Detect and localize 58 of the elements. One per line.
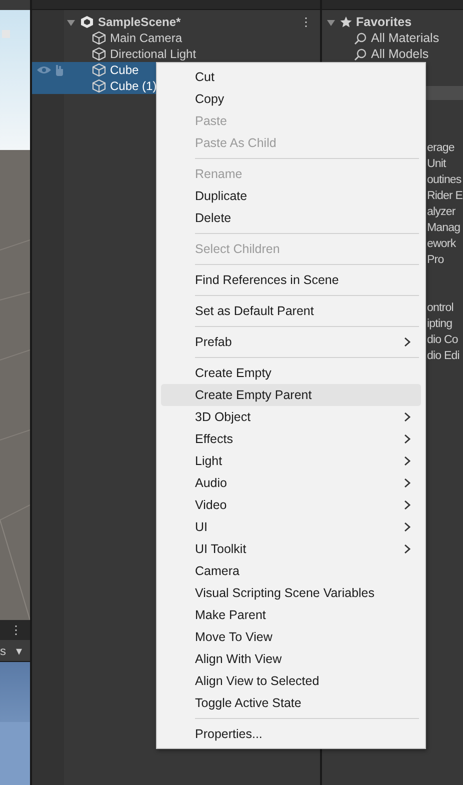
menu-item[interactable]: Properties... <box>161 723 421 745</box>
folder-label[interactable]: Rider E <box>427 188 463 204</box>
expand-arrow-icon[interactable] <box>326 17 336 27</box>
cube-icon <box>92 79 106 93</box>
menu-item[interactable]: UI <box>161 516 421 538</box>
favorite-item[interactable]: All Materials <box>322 30 463 46</box>
scene-icon <box>80 15 94 29</box>
menu-item[interactable]: Visual Scripting Scene Variables <box>161 582 421 604</box>
scene-name[interactable]: SampleScene* <box>98 13 181 31</box>
menu-item[interactable]: Copy <box>161 88 421 110</box>
eye-icon[interactable] <box>36 65 52 75</box>
cube-icon <box>92 31 106 45</box>
menu-item[interactable]: Align With View <box>161 648 421 670</box>
menu-item[interactable]: Make Parent <box>161 604 421 626</box>
folder-row-highlight[interactable] <box>426 86 463 100</box>
menu-item[interactable]: Prefab <box>161 331 421 353</box>
folder-label[interactable]: Manag <box>427 220 463 236</box>
menu-item[interactable]: Video <box>161 494 421 516</box>
expand-arrow-icon[interactable] <box>66 17 76 27</box>
menu-item[interactable]: Delete <box>161 207 421 229</box>
folder-label[interactable]: Pro <box>427 252 463 268</box>
hierarchy-item[interactable]: Directional Light <box>32 46 320 62</box>
menu-item[interactable]: 3D Object <box>161 406 421 428</box>
folder-label[interactable]: erage <box>427 140 463 156</box>
menu-item[interactable]: Find References in Scene <box>161 269 421 291</box>
toolbar-label: s <box>0 643 6 660</box>
folder-label[interactable]: ework <box>427 236 463 252</box>
favorites-label[interactable]: Favorites <box>356 14 412 30</box>
menu-item[interactable]: Create Empty Parent <box>161 384 421 406</box>
folder-label[interactable]: ipting <box>427 316 463 332</box>
folder-label[interactable]: alyzer <box>427 204 463 220</box>
menu-item[interactable]: Move To View <box>161 626 421 648</box>
menu-item[interactable]: Effects <box>161 428 421 450</box>
folder-label[interactable]: Unit <box>427 156 463 172</box>
menu-item[interactable]: Align View to Selected <box>161 670 421 692</box>
menu-item[interactable]: Duplicate <box>161 185 421 207</box>
hand-icon[interactable] <box>54 64 64 76</box>
menu-item[interactable]: Audio <box>161 472 421 494</box>
menu-item[interactable]: Create Empty <box>161 362 421 384</box>
menu-item[interactable]: Cut <box>161 66 421 88</box>
hierarchy-item[interactable]: Main Camera <box>32 30 320 46</box>
folder-label[interactable]: dio Co <box>427 332 463 348</box>
search-icon <box>354 48 367 60</box>
folder-label[interactable]: ontrol <box>427 300 463 316</box>
star-icon <box>340 16 352 28</box>
dropdown-arrow[interactable]: ▾ <box>16 640 30 661</box>
menu-item[interactable]: Toggle Active State <box>161 692 421 714</box>
folder-label[interactable]: dio Edi <box>427 348 463 364</box>
menu-item[interactable]: UI Toolkit <box>161 538 421 560</box>
cube-icon <box>92 63 106 77</box>
menu-item[interactable]: Set as Default Parent <box>161 300 421 322</box>
menu-icon[interactable]: ⋮ <box>300 13 312 31</box>
menu-item[interactable]: Camera <box>161 560 421 582</box>
favorite-item[interactable]: All Models <box>322 46 463 62</box>
menu-item[interactable]: Light <box>161 450 421 472</box>
folder-label[interactable]: outines <box>427 172 463 188</box>
search-icon <box>354 32 367 44</box>
cube-icon <box>92 47 106 61</box>
